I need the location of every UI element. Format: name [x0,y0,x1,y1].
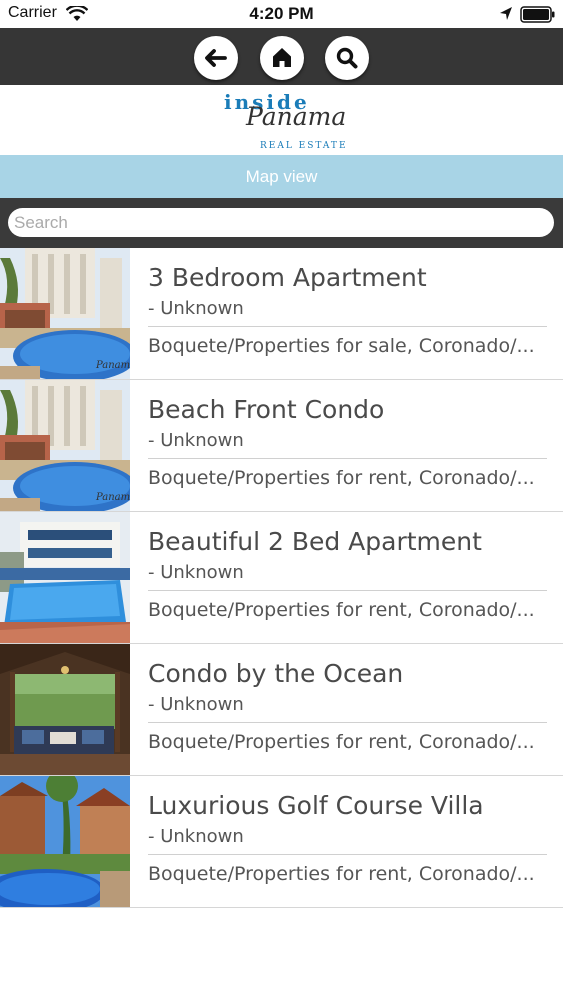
item-divider [148,458,547,459]
svg-text:Panama: Panama [95,492,130,503]
property-subtitle: - Unknown [148,826,244,847]
property-list-item[interactable]: Panama Beach Front Condo - Unknown Boque… [0,380,563,512]
search-input[interactable] [8,208,554,237]
home-icon [273,48,291,67]
property-title: Condo by the Ocean [148,659,404,688]
magnifier-icon [336,47,358,69]
property-title: Luxurious Golf Course Villa [148,791,484,820]
property-category: Boquete/Properties for rent, Coronado/..… [148,731,535,753]
item-divider [148,590,547,591]
battery-icon [520,6,555,23]
property-thumbnail [0,512,130,643]
property-subtitle: - Unknown [148,562,244,583]
search-button[interactable] [325,36,369,80]
property-title: 3 Bedroom Apartment [148,263,427,292]
top-nav-bar [0,28,563,85]
property-category: Boquete/Properties for rent, Coronado/..… [148,863,535,885]
property-thumbnail: Panama [0,380,130,511]
logo-text-panama: Panama [246,102,347,131]
property-title: Beach Front Condo [148,395,385,424]
property-thumbnail [0,644,130,775]
property-category: Boquete/Properties for rent, Coronado/..… [148,467,535,489]
svg-text:Panama: Panama [95,360,130,371]
item-divider [148,722,547,723]
search-bar [0,198,563,248]
property-category: Boquete/Properties for sale, Coronado/..… [148,335,535,357]
item-divider [148,854,547,855]
back-button[interactable] [194,36,238,80]
status-time: 4:20 PM [249,4,314,23]
property-category: Boquete/Properties for rent, Coronado/..… [148,599,535,621]
location-arrow-icon [500,7,512,20]
status-bar: Carrier 4:20 PM [0,0,563,28]
property-subtitle: - Unknown [148,694,244,715]
item-divider [148,326,547,327]
home-button[interactable] [260,36,304,80]
logo-text-real-estate: REAL ESTATE [260,141,348,151]
property-title: Beautiful 2 Bed Apartment [148,527,482,556]
property-thumbnail [0,776,130,907]
arrow-left-icon [205,49,227,67]
property-list: Panama 3 Bedroom Apartment - Unknown Boq… [0,248,563,908]
property-list-item[interactable]: Panama 3 Bedroom Apartment - Unknown Boq… [0,248,563,380]
map-view-label: Map view [245,167,318,186]
property-list-item[interactable]: Luxurious Golf Course Villa - Unknown Bo… [0,776,563,908]
logo-area: inside Panama REAL ESTATE [0,85,563,155]
map-view-button[interactable]: Map view [0,155,563,198]
property-subtitle: - Unknown [148,430,244,451]
property-subtitle: - Unknown [148,298,244,319]
property-list-item[interactable]: Condo by the Ocean - Unknown Boquete/Pro… [0,644,563,776]
inside-panama-logo: inside Panama REAL ESTATE [220,87,354,153]
property-list-item[interactable]: Beautiful 2 Bed Apartment - Unknown Boqu… [0,512,563,644]
property-thumbnail: Panama [0,248,130,379]
